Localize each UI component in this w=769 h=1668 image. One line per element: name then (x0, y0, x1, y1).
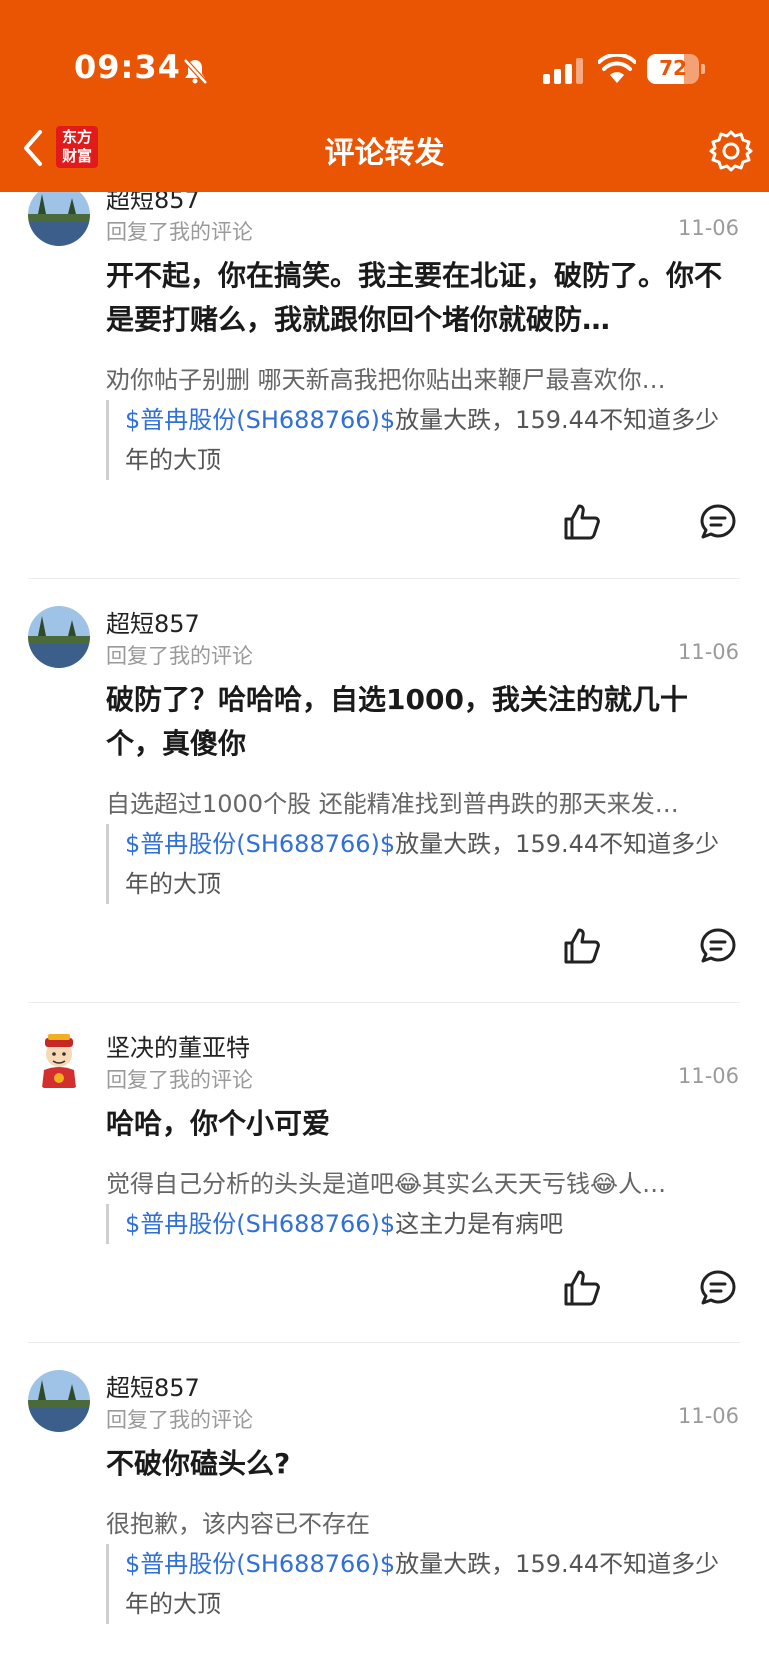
avatar[interactable] (28, 1030, 90, 1092)
comment-bubble-icon[interactable] (698, 926, 738, 966)
cellular-signal-icon (543, 58, 583, 84)
username[interactable]: 超短857 (106, 192, 200, 215)
original-post-text: 这主力是有病吧 (395, 1210, 564, 1238)
avatar[interactable] (28, 606, 90, 668)
like-thumb-icon[interactable] (562, 926, 602, 966)
comment-date: 11-06 (677, 1404, 739, 1428)
comment-content[interactable]: 哈哈，你个小可爱 (106, 1102, 736, 1146)
stock-tag-link[interactable]: $普冉股份(SH688766)$ (125, 830, 395, 858)
divider (28, 1342, 740, 1343)
stock-tag-link[interactable]: $普冉股份(SH688766)$ (125, 1210, 395, 1238)
wifi-icon (598, 54, 636, 83)
comment-content[interactable]: 破防了？哈哈哈，自选1000，我关注的就几十个，真傻你 (106, 678, 736, 766)
reply-subtitle: 回复了我的评论 (106, 644, 253, 668)
like-thumb-icon[interactable] (562, 1268, 602, 1308)
reply-subtitle: 回复了我的评论 (106, 1068, 253, 1092)
username[interactable]: 超短857 (106, 604, 200, 639)
username[interactable]: 坚决的董亚特 (106, 1028, 250, 1063)
stock-tag-link[interactable]: $普冉股份(SH688766)$ (125, 1550, 395, 1578)
divider (28, 1002, 740, 1003)
comment-date: 11-06 (677, 640, 739, 664)
stock-tag-link[interactable]: $普冉股份(SH688766)$ (125, 406, 395, 434)
reply-subtitle: 回复了我的评论 (106, 220, 253, 244)
battery-percent: 72 (659, 56, 687, 80)
comment-feed[interactable]: 超短857 回复了我的评论 11-06 开不起，你在搞笑。我主要在北证，破防了。… (0, 192, 769, 1668)
avatar[interactable] (28, 192, 90, 246)
status-time: 09:34 (74, 48, 181, 86)
battery-indicator: 72 (647, 54, 705, 84)
like-thumb-icon[interactable] (562, 502, 602, 542)
original-post[interactable]: $普冉股份(SH688766)$这主力是有病吧 (106, 1204, 740, 1244)
quoted-reply[interactable]: 觉得自己分析的头头是道吧😂其实么天天亏钱😂人… (106, 1164, 736, 1199)
page-title: 评论转发 (324, 136, 445, 171)
gear-icon[interactable] (708, 128, 754, 174)
divider (28, 578, 740, 579)
app-header: 09:34 72 东方 财富 评论转发 (0, 0, 769, 192)
comment-date: 11-06 (677, 216, 739, 240)
comment-content[interactable]: 不破你磕头么? (106, 1442, 736, 1486)
original-post[interactable]: $普冉股份(SH688766)$放量大跌，159.44不知道多少年的大顶 (106, 400, 740, 480)
original-post[interactable]: $普冉股份(SH688766)$放量大跌，159.44不知道多少年的大顶 (106, 824, 740, 904)
reply-subtitle: 回复了我的评论 (106, 1408, 253, 1432)
comment-bubble-icon[interactable] (698, 502, 738, 542)
username[interactable]: 超短857 (106, 1368, 200, 1403)
comment-content[interactable]: 开不起，你在搞笑。我主要在北证，破防了。你不是要打赌么，我就跟你回个堵你就破防… (106, 254, 736, 342)
mute-bell-icon (183, 58, 208, 85)
comment-date: 11-06 (677, 1064, 739, 1088)
quoted-reply[interactable]: 很抱歉，该内容已不存在 (106, 1504, 736, 1539)
original-post[interactable]: $普冉股份(SH688766)$放量大跌，159.44不知道多少年的大顶 (106, 1544, 740, 1624)
quoted-reply[interactable]: 劝你帖子别删 哪天新高我把你贴出来鞭尸最喜欢你… (106, 360, 736, 395)
avatar[interactable] (28, 1370, 90, 1432)
quoted-reply[interactable]: 自选超过1000个股 还能精准找到普冉跌的那天来发… (106, 784, 736, 819)
comment-bubble-icon[interactable] (698, 1268, 738, 1308)
